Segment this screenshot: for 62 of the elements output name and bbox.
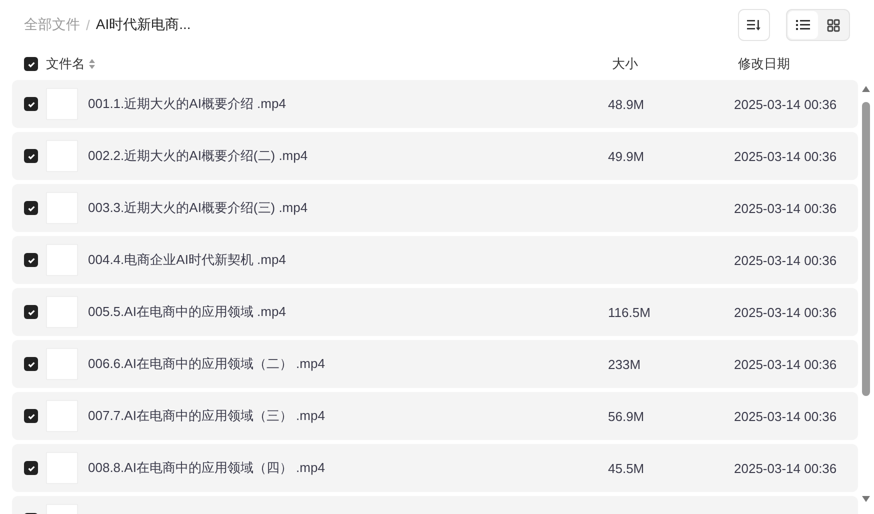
modified-date: 2025-03-14 00:36: [734, 200, 837, 216]
checkbox[interactable]: [24, 149, 38, 163]
modified-date: 2025-03-14 00:36: [734, 408, 837, 424]
file-size: 233M: [608, 356, 641, 372]
file-name: 001.1.近期大火的AI概要介绍 .mp4: [88, 95, 286, 113]
file-row[interactable]: 003.3.近期大火的AI概要介绍(三) .mp4 2025-03-14 00:36: [12, 184, 858, 232]
checkmark-icon: [26, 60, 36, 68]
file-row[interactable]: 002.2.近期大火的AI概要介绍(二) .mp4 49.9M 2025-03-14 00:36: [12, 132, 858, 180]
file-row[interactable]: 004.4.电商企业AI时代新契机 .mp4 2025-03-14 00:36: [12, 236, 858, 284]
file-size: 56.9M: [608, 408, 644, 424]
breadcrumb-separator: /: [86, 17, 90, 33]
scroll-down-icon[interactable]: [862, 496, 870, 502]
file-name: 003.3.近期大火的AI概要介绍(三) .mp4: [88, 199, 308, 217]
file-row[interactable]: 007.7.AI在电商中的应用领域（三） .mp4 56.9M 2025-03-14 00:36: [12, 392, 858, 440]
modified-date: 2025-03-14 00:36: [734, 148, 837, 164]
file-size: 116.5M: [608, 304, 650, 320]
file-size: 45.5M: [608, 460, 644, 476]
file-name: 008.8.AI在电商中的应用领域（四） .mp4: [88, 459, 325, 477]
checkmark-icon: [26, 464, 36, 472]
file-name: 002.2.近期大火的AI概要介绍(二) .mp4: [88, 147, 308, 165]
view-mode-button[interactable]: [788, 11, 818, 39]
checkbox[interactable]: [24, 357, 38, 371]
checkmark-icon: [26, 152, 36, 160]
column-header[interactable]: 大小: [612, 55, 638, 73]
checkbox[interactable]: [24, 97, 38, 111]
column-header[interactable]: 文件名: [46, 55, 85, 73]
checkmark-icon: [26, 256, 36, 264]
list-view-icon: [796, 19, 810, 31]
file-name: 004.4.电商企业AI时代新契机 .mp4: [88, 251, 286, 269]
file-row[interactable]: 008.8.AI在电商中的应用领域（四） .mp4 45.5M 2025-03-14 00:36: [12, 444, 858, 492]
modified-date: 2025-03-14 00:36: [734, 304, 837, 320]
breadcrumb-item[interactable]: AI时代新电商...: [96, 16, 191, 34]
file-row[interactable]: 001.1.近期大火的AI概要介绍 .mp4 48.9M 2025-03-14 00:36: [12, 80, 858, 128]
file-row[interactable]: 005.5.AI在电商中的应用领域 .mp4 116.5M 2025-03-14 00:36: [12, 288, 858, 336]
file-row[interactable]: 006.6.AI在电商中的应用领域（二） .mp4 233M 2025-03-14 00:36: [12, 340, 858, 388]
checkbox[interactable]: [24, 461, 38, 475]
checkbox[interactable]: [24, 305, 38, 319]
modified-date: 2025-03-14 00:36: [734, 96, 837, 112]
checkbox[interactable]: [24, 201, 38, 215]
checkmark-icon: [26, 100, 36, 108]
modified-date: 2025-03-14 00:36: [734, 460, 837, 476]
sort-icon[interactable]: [89, 59, 95, 69]
sort-lines-icon: [747, 19, 761, 31]
scrollbar-thumb[interactable]: [862, 102, 870, 396]
file-size: 48.9M: [608, 96, 644, 112]
checkmark-icon: [26, 308, 36, 316]
modified-date: 2025-03-14 00:36: [734, 356, 837, 372]
sort-button[interactable]: [738, 9, 770, 41]
scroll-up-icon[interactable]: [862, 86, 870, 92]
checkmark-icon: [26, 412, 36, 420]
file-name: 007.7.AI在电商中的应用领域（三） .mp4: [88, 407, 325, 425]
file-name: 006.6.AI在电商中的应用领域（二） .mp4: [88, 355, 325, 373]
modified-date: 2025-03-14 00:36: [734, 252, 837, 268]
checkbox[interactable]: [24, 409, 38, 423]
checkmark-icon: [26, 204, 36, 212]
checkmark-icon: [26, 360, 36, 368]
grid-view-icon: [826, 18, 840, 32]
checkbox[interactable]: [24, 57, 38, 71]
column-header[interactable]: 修改日期: [738, 55, 790, 73]
file-name: 005.5.AI在电商中的应用领域 .mp4: [88, 303, 286, 321]
checkbox[interactable]: [24, 253, 38, 267]
file-size: 49.9M: [608, 148, 644, 164]
